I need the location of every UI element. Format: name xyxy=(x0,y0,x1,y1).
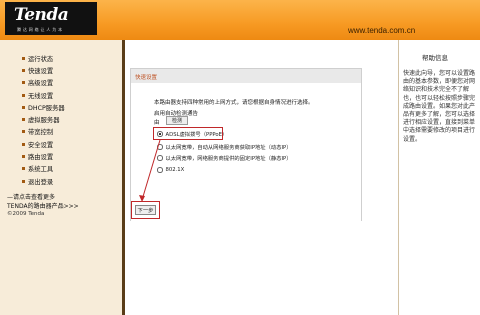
sidebar-item-wireless[interactable]: 无线设置 xyxy=(22,89,65,101)
sidebar-item-label: 高级设置 xyxy=(28,80,54,88)
next-button-highlight xyxy=(131,201,160,219)
panel-title: 快速设置 xyxy=(131,69,361,83)
option-label: 以太网宽带，自动从网络服务商获取IP地址（动态IP） xyxy=(165,145,292,151)
bullet-icon xyxy=(22,179,25,183)
help-title: 帮助信息 xyxy=(422,54,448,62)
sidebar-item-run-status[interactable]: 运行状态 xyxy=(22,52,65,64)
site-url: www.tenda.com.cn xyxy=(348,26,416,35)
bullet-icon xyxy=(22,56,25,60)
sidebar-item-label: 无线设置 xyxy=(28,92,54,100)
sidebar-item-label: DHCP服务器 xyxy=(28,104,65,112)
bullet-icon xyxy=(22,105,25,109)
copyright: ©2009 Tenda xyxy=(7,211,45,217)
bullet-icon xyxy=(22,130,25,134)
sidebar-item-label: 安全设置 xyxy=(28,141,54,149)
sidebar-item-quick-setup[interactable]: 快速设置 xyxy=(22,64,65,76)
option-label: 802.1X xyxy=(165,167,185,173)
sidebar-item-dhcp[interactable]: DHCP服务器 xyxy=(22,101,65,113)
logo-tagline: 腾 达 网 络 让 人 为 本 xyxy=(17,27,63,32)
intro-text: 本路由器支持四种常用的上网方式，请您根据自身情况进行选择。 xyxy=(154,100,314,106)
radio-dynamic-ip[interactable] xyxy=(157,144,163,150)
tenda-logo: Tenda 腾 达 网 络 让 人 为 本 xyxy=(5,2,97,35)
radio-static-ip[interactable] xyxy=(157,155,163,161)
sidebar-item-label: 路由设置 xyxy=(28,154,54,162)
more-products-line1: —请点击查看更多 xyxy=(7,194,56,201)
sidebar-item-advanced[interactable]: 高级设置 xyxy=(22,77,65,89)
option-dynamic-ip[interactable]: 以太网宽带，自动从网络服务商获取IP地址（动态IP） xyxy=(157,143,292,151)
sidebar-item-label: 快速设置 xyxy=(28,67,54,75)
sidebar-item-logout[interactable]: 退出登录 xyxy=(22,175,65,187)
bullet-icon xyxy=(22,167,25,171)
sidebar-nav: 运行状态 快速设置 高级设置 无线设置 DHCP服务器 虚拟服务器 带宽控制 安… xyxy=(22,52,65,187)
sidebar-item-bandwidth[interactable]: 带宽控制 xyxy=(22,126,65,138)
bullet-icon xyxy=(22,118,25,122)
sidebar-item-routing[interactable]: 路由设置 xyxy=(22,150,65,162)
sidebar-item-virtual-server[interactable]: 虚拟服务器 xyxy=(22,113,65,125)
sidebar-item-label: 运行状态 xyxy=(28,55,54,63)
option-8021x[interactable]: 802.1X xyxy=(157,166,184,174)
more-products-link[interactable]: —请点击查看更多 TENDA的路由器产品>>> xyxy=(7,193,79,211)
more-products-line2: TENDA的路由器产品>>> xyxy=(7,203,79,210)
bullet-icon xyxy=(22,155,25,159)
sidebar-item-label: 虚拟服务器 xyxy=(28,117,60,125)
bullet-icon xyxy=(22,81,25,85)
logo-text: Tenda xyxy=(14,5,69,25)
sidebar-item-system-tools[interactable]: 系统工具 xyxy=(22,163,65,175)
bullet-icon xyxy=(22,142,25,146)
bullet-icon xyxy=(22,68,25,72)
pppoe-highlight xyxy=(153,127,223,140)
option-label: 以太网宽带，网络服务商提供的固定IP地址（静态IP） xyxy=(165,156,292,162)
sidebar-item-label: 带宽控制 xyxy=(28,129,54,137)
bullet-icon xyxy=(22,93,25,97)
sidebar-item-security[interactable]: 安全设置 xyxy=(22,138,65,150)
sidebar-item-label: 系统工具 xyxy=(28,166,54,174)
header-bar: Tenda 腾 达 网 络 让 人 为 本 www.tenda.com.cn xyxy=(0,0,480,40)
help-text: 快速此向导，您可以设置路由的基本参数，即便您对网络知识和技术完全不了解也，也可以… xyxy=(403,70,476,143)
detect-prefix: 由 xyxy=(154,120,160,126)
radio-8021x[interactable] xyxy=(157,167,163,173)
option-static-ip[interactable]: 以太网宽带，网络服务商提供的固定IP地址（静态IP） xyxy=(157,154,292,162)
sidebar-item-label: 退出登录 xyxy=(28,178,54,186)
detect-button[interactable]: 检测 xyxy=(166,116,188,125)
